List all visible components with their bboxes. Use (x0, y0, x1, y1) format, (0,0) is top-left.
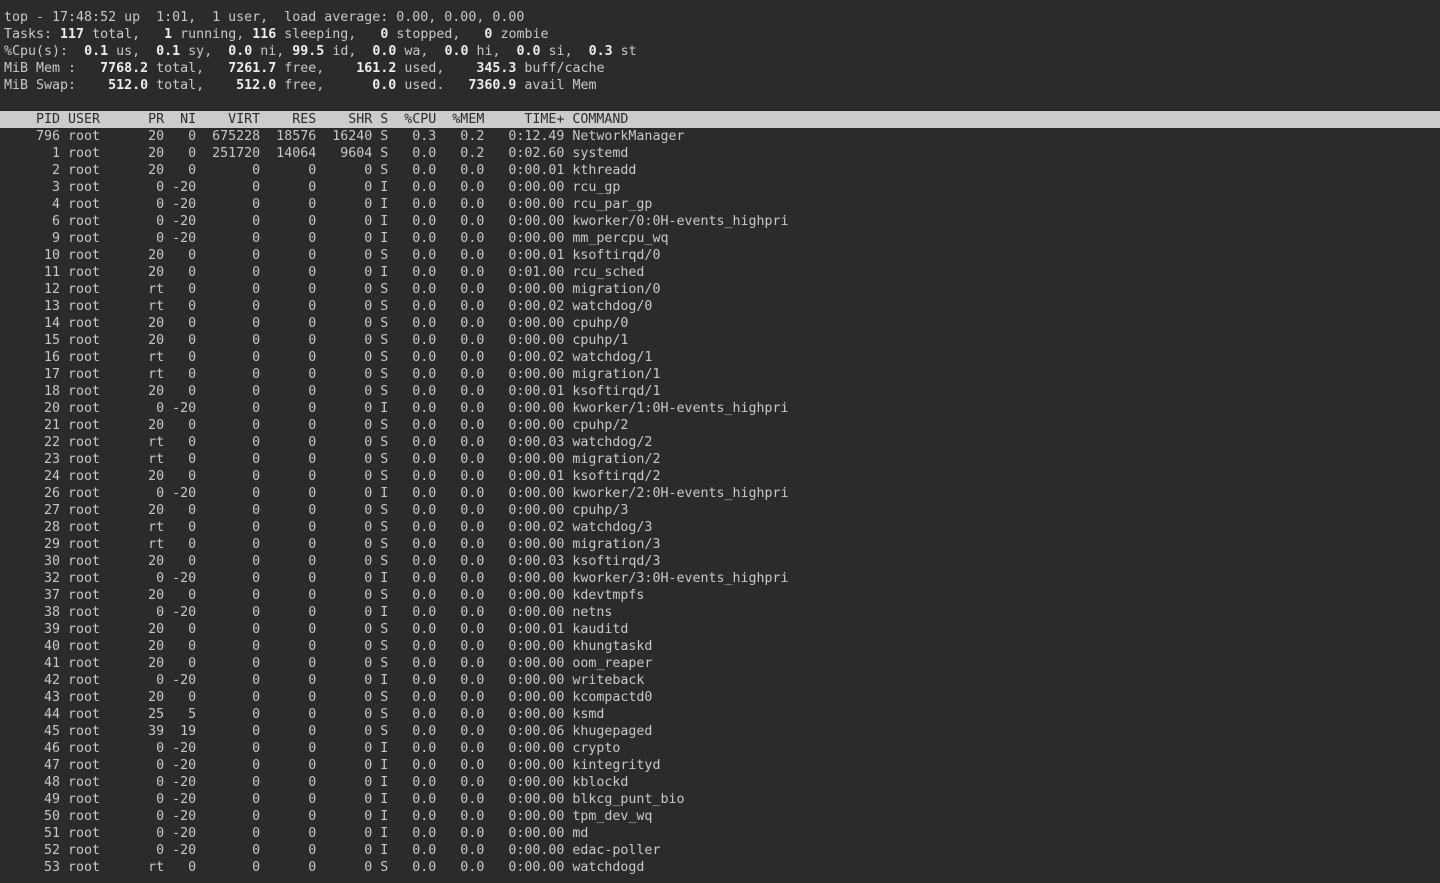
summary-cpu: %Cpu(s): 0.1 us, 0.1 sy, 0.0 ni, 99.5 id… (0, 43, 1440, 60)
summary-value: 0.0 (444, 44, 468, 59)
summary-swap: MiB Swap: 512.0 total, 512.0 free, 0.0 u… (0, 77, 1440, 94)
summary-value: 1 (164, 27, 172, 42)
table-row: 15 root 20 0 0 0 0 S 0.0 0.0 0:00.00 cpu… (0, 332, 1440, 349)
table-row: 30 root 20 0 0 0 0 S 0.0 0.0 0:00.03 kso… (0, 553, 1440, 570)
summary-value: 0.0 (372, 44, 396, 59)
table-row: 37 root 20 0 0 0 0 S 0.0 0.0 0:00.00 kde… (0, 587, 1440, 604)
table-row: 17 root rt 0 0 0 0 S 0.0 0.0 0:00.00 mig… (0, 366, 1440, 383)
table-row: 50 root 0 -20 0 0 0 I 0.0 0.0 0:00.00 tp… (0, 808, 1440, 825)
table-row: 16 root rt 0 0 0 0 S 0.0 0.0 0:00.02 wat… (0, 349, 1440, 366)
table-row: 23 root rt 0 0 0 0 S 0.0 0.0 0:00.00 mig… (0, 451, 1440, 468)
summary-value: 117 (60, 27, 84, 42)
table-row: 10 root 20 0 0 0 0 S 0.0 0.0 0:00.01 kso… (0, 247, 1440, 264)
table-row: 11 root 20 0 0 0 0 I 0.0 0.0 0:01.00 rcu… (0, 264, 1440, 281)
table-row: 52 root 0 -20 0 0 0 I 0.0 0.0 0:00.00 ed… (0, 842, 1440, 859)
table-row: 1 root 20 0 251720 14064 9604 S 0.0 0.2 … (0, 145, 1440, 162)
summary-value: 0.0 (517, 44, 541, 59)
summary-mem: MiB Mem : 7768.2 total, 7261.7 free, 161… (0, 60, 1440, 77)
summary-label: ni, (252, 44, 292, 59)
table-row: 4 root 0 -20 0 0 0 I 0.0 0.0 0:00.00 rcu… (0, 196, 1440, 213)
summary-label: free, (276, 61, 356, 76)
table-row: 40 root 20 0 0 0 0 S 0.0 0.0 0:00.00 khu… (0, 638, 1440, 655)
summary-value: 99.5 (292, 44, 324, 59)
table-row: 796 root 20 0 675228 18576 16240 S 0.3 0… (0, 128, 1440, 145)
summary-value: 0.0 (372, 78, 396, 93)
table-row: 9 root 0 -20 0 0 0 I 0.0 0.0 0:00.00 mm_… (0, 230, 1440, 247)
table-row: 24 root 20 0 0 0 0 S 0.0 0.0 0:00.01 kso… (0, 468, 1440, 485)
table-row: 32 root 0 -20 0 0 0 I 0.0 0.0 0:00.00 kw… (0, 570, 1440, 587)
table-row: 53 root rt 0 0 0 0 S 0.0 0.0 0:00.00 wat… (0, 859, 1440, 876)
table-row: 29 root rt 0 0 0 0 S 0.0 0.0 0:00.00 mig… (0, 536, 1440, 553)
summary-value: 7360.9 (468, 78, 516, 93)
summary-label: total, (84, 27, 164, 42)
summary-label: Tasks: (4, 27, 60, 42)
summary-label: MiB Swap: (4, 78, 108, 93)
table-row: 48 root 0 -20 0 0 0 I 0.0 0.0 0:00.00 kb… (0, 774, 1440, 791)
summary-value: 345.3 (476, 61, 516, 76)
summary-value: 512.0 (236, 78, 276, 93)
summary-label: hi, (468, 44, 516, 59)
summary-label: top - 17:48:52 up 1:01, 1 user, load ave… (4, 10, 524, 25)
summary-value: 0.0 (228, 44, 252, 59)
table-row: 27 root 20 0 0 0 0 S 0.0 0.0 0:00.00 cpu… (0, 502, 1440, 519)
summary-label: total, (148, 61, 228, 76)
summary-label: sleeping, (276, 27, 380, 42)
summary-label: buff/cache (516, 61, 604, 76)
table-row: 20 root 0 -20 0 0 0 I 0.0 0.0 0:00.00 kw… (0, 400, 1440, 417)
table-row: 22 root rt 0 0 0 0 S 0.0 0.0 0:00.03 wat… (0, 434, 1440, 451)
summary-label: wa, (396, 44, 444, 59)
summary-value: 0.3 (589, 44, 613, 59)
table-row: 46 root 0 -20 0 0 0 I 0.0 0.0 0:00.00 cr… (0, 740, 1440, 757)
table-row: 2 root 20 0 0 0 0 S 0.0 0.0 0:00.01 kthr… (0, 162, 1440, 179)
summary-label: id, (324, 44, 372, 59)
summary-value: 7768.2 (100, 61, 148, 76)
table-row: 14 root 20 0 0 0 0 S 0.0 0.0 0:00.00 cpu… (0, 315, 1440, 332)
table-row: 6 root 0 -20 0 0 0 I 0.0 0.0 0:00.00 kwo… (0, 213, 1440, 230)
summary-label: sy, (180, 44, 228, 59)
summary-label: total, (148, 78, 236, 93)
summary-value: 512.0 (108, 78, 148, 93)
table-row: 49 root 0 -20 0 0 0 I 0.0 0.0 0:00.00 bl… (0, 791, 1440, 808)
summary-value: 116 (252, 27, 276, 42)
table-row: 18 root 20 0 0 0 0 S 0.0 0.0 0:00.01 kso… (0, 383, 1440, 400)
top-summary: top - 17:48:52 up 1:01, 1 user, load ave… (0, 9, 1440, 94)
table-row: 13 root rt 0 0 0 0 S 0.0 0.0 0:00.02 wat… (0, 298, 1440, 315)
summary-label: avail Mem (516, 78, 596, 93)
table-row: 51 root 0 -20 0 0 0 I 0.0 0.0 0:00.00 md (0, 825, 1440, 842)
table-row: 45 root 39 19 0 0 0 S 0.0 0.0 0:00.06 kh… (0, 723, 1440, 740)
summary-label: stopped, (388, 27, 484, 42)
table-row: 26 root 0 -20 0 0 0 I 0.0 0.0 0:00.00 kw… (0, 485, 1440, 502)
summary-value: 0.1 (156, 44, 180, 59)
summary-label: %Cpu(s): (4, 44, 84, 59)
summary-label: used, (396, 61, 476, 76)
table-row: 43 root 20 0 0 0 0 S 0.0 0.0 0:00.00 kco… (0, 689, 1440, 706)
table-row: 21 root 20 0 0 0 0 S 0.0 0.0 0:00.00 cpu… (0, 417, 1440, 434)
table-row: 12 root rt 0 0 0 0 S 0.0 0.0 0:00.00 mig… (0, 281, 1440, 298)
table-row: 28 root rt 0 0 0 0 S 0.0 0.0 0:00.02 wat… (0, 519, 1440, 536)
table-row: 41 root 20 0 0 0 0 S 0.0 0.0 0:00.00 oom… (0, 655, 1440, 672)
table-row: 42 root 0 -20 0 0 0 I 0.0 0.0 0:00.00 wr… (0, 672, 1440, 689)
table-row: 39 root 20 0 0 0 0 S 0.0 0.0 0:00.01 kau… (0, 621, 1440, 638)
summary-label: running, (172, 27, 252, 42)
message-line (0, 94, 1440, 111)
summary-uptime: top - 17:48:52 up 1:01, 1 user, load ave… (0, 9, 1440, 26)
process-table-header: PID USER PR NI VIRT RES SHR S %CPU %MEM … (0, 111, 1440, 128)
table-row: 47 root 0 -20 0 0 0 I 0.0 0.0 0:00.00 ki… (0, 757, 1440, 774)
summary-value: 7261.7 (228, 61, 276, 76)
summary-value: 161.2 (356, 61, 396, 76)
summary-value: 0.1 (84, 44, 108, 59)
table-row: 38 root 0 -20 0 0 0 I 0.0 0.0 0:00.00 ne… (0, 604, 1440, 621)
summary-label: zombie (492, 27, 548, 42)
process-table: 796 root 20 0 675228 18576 16240 S 0.3 0… (0, 128, 1440, 876)
summary-label: used. (396, 78, 468, 93)
summary-label: us, (108, 44, 156, 59)
summary-label: free, (276, 78, 372, 93)
summary-label: si, (541, 44, 589, 59)
terminal-screen[interactable]: top - 17:48:52 up 1:01, 1 user, load ave… (0, 0, 1440, 883)
summary-label: st (613, 44, 637, 59)
table-row: 44 root 25 5 0 0 0 S 0.0 0.0 0:00.00 ksm… (0, 706, 1440, 723)
summary-tasks: Tasks: 117 total, 1 running, 116 sleepin… (0, 26, 1440, 43)
table-row: 3 root 0 -20 0 0 0 I 0.0 0.0 0:00.00 rcu… (0, 179, 1440, 196)
summary-label: MiB Mem : (4, 61, 100, 76)
